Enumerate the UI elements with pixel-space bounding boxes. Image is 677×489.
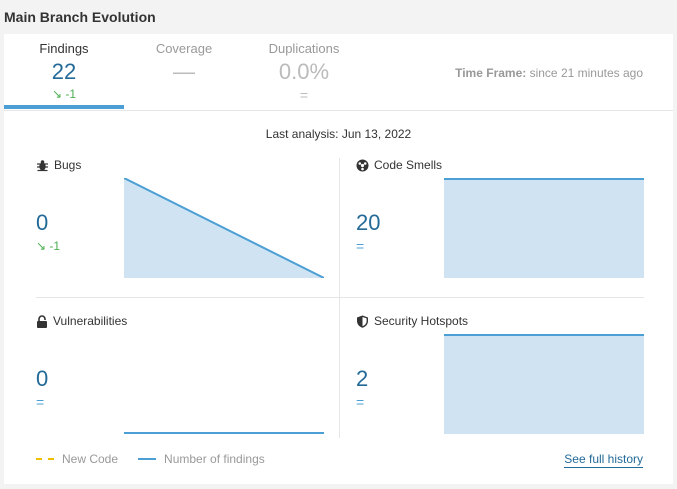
security-hotspots-title-text: Security Hotspots (374, 314, 469, 328)
security-hotspots-chart-area (444, 334, 644, 434)
tab-duplications[interactable]: Duplications 0.0% = (244, 34, 364, 111)
tab-findings[interactable]: Findings 22 ↘ -1 (4, 34, 124, 111)
legend-new-code: New Code (36, 452, 118, 466)
bugs-title-text: Bugs (54, 158, 82, 172)
security-hotspots-chart (444, 334, 644, 434)
chart-legend: New Code Number of findings (36, 452, 285, 466)
metric-tabs: Findings 22 ↘ -1 Coverage — Duplications… (4, 34, 673, 111)
tab-duplications-label: Duplications (268, 41, 340, 56)
tab-findings-value: 22 (51, 59, 77, 84)
vulnerabilities-panel: Vulnerabilities 0 = (36, 314, 336, 464)
code-smells-delta: = (356, 238, 365, 254)
legend-number-of-findings: Number of findings (138, 452, 265, 466)
shield-icon (357, 315, 368, 328)
tab-coverage-value: — (173, 59, 195, 84)
bugs-value[interactable]: 0 (36, 210, 48, 236)
bug-icon (37, 159, 48, 171)
tab-coverage[interactable]: Coverage — (124, 34, 244, 111)
arrow-down-right-icon: ↘ (51, 87, 63, 101)
tab-duplications-delta: = (299, 87, 309, 103)
see-full-history-link[interactable]: See full history (564, 452, 643, 468)
vulnerabilities-title: Vulnerabilities (36, 314, 127, 328)
vulnerabilities-value[interactable]: 0 (36, 366, 48, 392)
security-hotspots-title: Security Hotspots (356, 314, 468, 328)
new-code-swatch (36, 458, 54, 460)
code-smell-icon (356, 159, 369, 171)
bugs-delta-text: -1 (49, 239, 61, 253)
tab-findings-label: Findings (39, 41, 89, 56)
time-frame: Time Frame: since 21 minutes ago (455, 66, 643, 80)
legend-new-code-label: New Code (62, 452, 119, 466)
vulnerabilities-title-text: Vulnerabilities (53, 314, 128, 328)
evolution-card: Findings 22 ↘ -1 Coverage — Duplications… (4, 34, 673, 484)
bugs-delta: ↘ -1 (36, 239, 60, 253)
code-smells-panel: Code Smells 20 = (356, 158, 656, 308)
code-smells-title-text: Code Smells (374, 158, 443, 172)
security-hotspots-value[interactable]: 2 (356, 366, 368, 392)
lock-icon (37, 314, 47, 328)
panel-divider-horizontal (36, 297, 644, 298)
bugs-chart (124, 178, 324, 278)
arrow-down-right-icon: ↘ (36, 239, 47, 253)
tab-findings-delta-text: -1 (65, 87, 77, 101)
legend-number-of-findings-label: Number of findings (164, 452, 265, 466)
tab-duplications-value: 0.0% (278, 59, 330, 84)
code-smells-chart (444, 178, 644, 278)
tab-coverage-label: Coverage (155, 41, 213, 56)
code-smells-chart-area (444, 178, 644, 278)
vulnerabilities-delta: = (36, 394, 45, 410)
findings-swatch (138, 458, 157, 460)
panel-divider-vertical (339, 158, 340, 438)
time-frame-value: since 21 minutes ago (529, 66, 643, 80)
security-hotspots-delta: = (356, 394, 365, 410)
time-frame-label: Time Frame: (455, 66, 527, 80)
code-smells-value[interactable]: 20 (356, 210, 380, 236)
bugs-panel: Bugs 0 ↘ -1 (36, 158, 336, 308)
vulnerabilities-chart (124, 432, 324, 434)
active-tab-indicator (4, 105, 124, 109)
last-analysis: Last analysis: Jun 13, 2022 (265, 127, 412, 141)
bugs-title: Bugs (36, 158, 81, 172)
security-hotspots-panel: Security Hotspots 2 = (356, 314, 656, 464)
code-smells-title: Code Smells (356, 158, 442, 172)
page-title: Main Branch Evolution (4, 9, 156, 25)
tab-findings-delta: ↘ -1 (4, 87, 124, 101)
